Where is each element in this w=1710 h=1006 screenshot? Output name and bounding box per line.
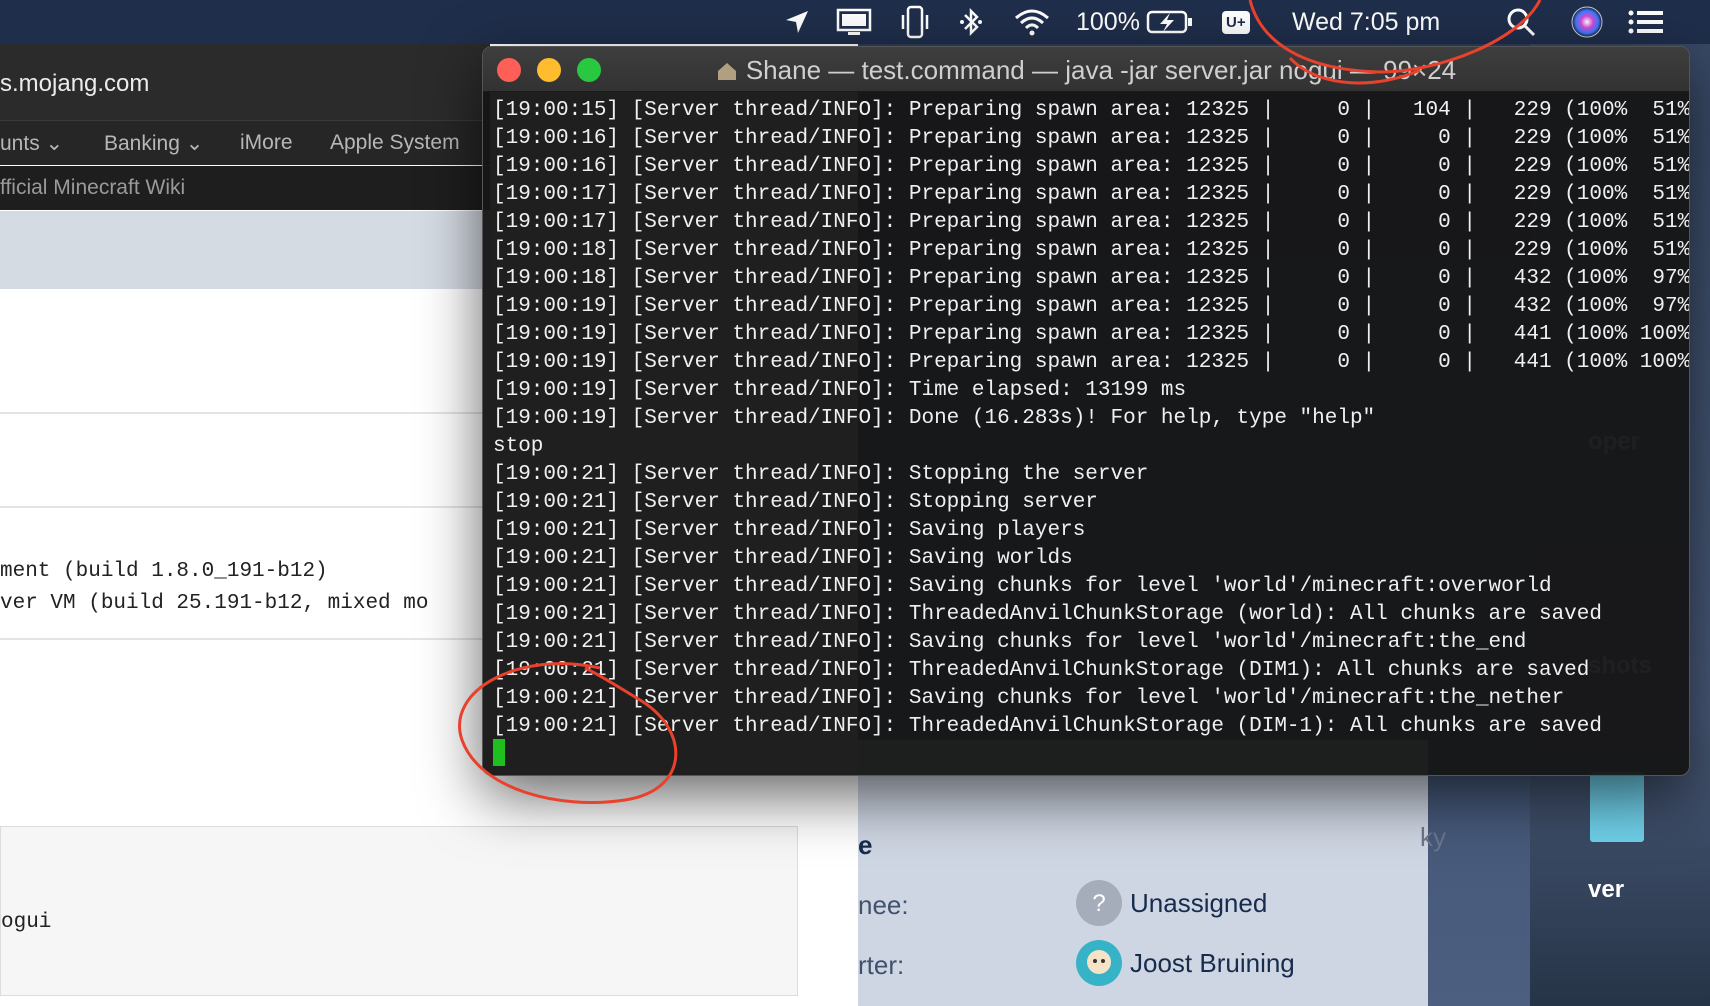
terminal-line: [19:00:15] [Server thread/INFO]: Prepari… bbox=[493, 99, 1690, 122]
terminal-line: [19:00:17] [Server thread/INFO]: Prepari… bbox=[493, 183, 1690, 206]
display-icon[interactable] bbox=[836, 0, 872, 44]
terminal-line: [19:00:21] [Server thread/INFO]: Threade… bbox=[493, 715, 1602, 738]
siri-icon[interactable] bbox=[1570, 0, 1604, 44]
browser-tab[interactable]: fficial Minecraft Wiki bbox=[0, 166, 490, 210]
battery-charging-icon[interactable] bbox=[1146, 0, 1194, 44]
terminal-output[interactable]: [19:00:15] [Server thread/INFO]: Prepari… bbox=[493, 97, 1690, 775]
assignee-value[interactable]: Unassigned bbox=[1130, 888, 1267, 919]
unassigned-avatar-icon[interactable]: ? bbox=[1076, 880, 1122, 926]
browser-window: s.mojang.com unts ⌄ Banking ⌄ iMore Appl… bbox=[0, 44, 798, 1006]
terminal-line: [19:00:16] [Server thread/INFO]: Prepari… bbox=[493, 155, 1690, 178]
code-line: ment (build 1.8.0_191-b12) bbox=[0, 560, 328, 583]
bookmark-accounts[interactable]: unts ⌄ bbox=[0, 131, 63, 156]
notification-center-icon[interactable] bbox=[1628, 0, 1664, 44]
issue-details-panel: e nee: ? Unassigned rter: Joost Bruining… bbox=[858, 740, 1446, 1006]
desktop-label-server[interactable]: ver bbox=[1588, 876, 1624, 904]
svg-text:?: ? bbox=[1092, 890, 1105, 917]
terminal-line: [19:00:17] [Server thread/INFO]: Prepari… bbox=[493, 211, 1690, 234]
code-block: ogui bbox=[0, 826, 798, 996]
terminal-line: [19:00:19] [Server thread/INFO]: Time el… bbox=[493, 379, 1187, 402]
terminal-line: [19:00:19] [Server thread/INFO]: Prepari… bbox=[493, 323, 1690, 346]
menubar-clock[interactable]: Wed 7:05 pm bbox=[1292, 0, 1440, 44]
terminal-title-text: Shane — test.command — java -jar server.… bbox=[745, 55, 1457, 85]
terminal-line: [19:00:19] [Server thread/INFO]: Prepari… bbox=[493, 351, 1690, 374]
reporter-label: rter: bbox=[858, 950, 905, 980]
menu-bar: 100% U+ Wed 7:05 pm bbox=[0, 0, 1710, 44]
phone-icon[interactable] bbox=[900, 0, 930, 44]
bookmarks-bar: unts ⌄ Banking ⌄ iMore Apple System bbox=[0, 121, 490, 165]
battery-percentage[interactable]: 100% bbox=[1076, 0, 1140, 44]
terminal-line: [19:00:18] [Server thread/INFO]: Prepari… bbox=[493, 239, 1690, 262]
bookmark-banking[interactable]: Banking ⌄ bbox=[104, 131, 203, 156]
divider bbox=[0, 412, 490, 414]
assignee-label: nee: bbox=[858, 890, 909, 920]
reporter-avatar-icon[interactable] bbox=[1076, 940, 1122, 986]
terminal-line: [19:00:21] [Server thread/INFO]: Saving … bbox=[493, 631, 1527, 654]
input-source-badge: U+ bbox=[1222, 10, 1250, 34]
terminal-titlebar[interactable]: Shane — test.command — java -jar server.… bbox=[483, 47, 1689, 92]
terminal-line: stop bbox=[493, 435, 544, 458]
wifi-icon[interactable] bbox=[1012, 0, 1052, 44]
input-source-icon[interactable]: U+ bbox=[1222, 0, 1250, 44]
terminal-line: [19:00:21] [Server thread/INFO]: Saving … bbox=[493, 519, 1086, 542]
terminal-title: Shane — test.command — java -jar server.… bbox=[483, 55, 1689, 89]
details-heading: e bbox=[858, 830, 873, 860]
divider bbox=[0, 506, 490, 508]
bookmark-apple-system[interactable]: Apple System bbox=[330, 131, 460, 155]
terminal-line: [19:00:21] [Server thread/INFO]: Threade… bbox=[493, 659, 1590, 682]
terminal-line: [19:00:21] [Server thread/INFO]: Saving … bbox=[493, 687, 1565, 710]
home-folder-icon bbox=[716, 58, 738, 89]
browser-tab-title: fficial Minecraft Wiki bbox=[0, 176, 186, 199]
spotlight-search-icon[interactable] bbox=[1506, 0, 1536, 44]
browser-address-bar[interactable]: s.mojang.com bbox=[0, 44, 490, 121]
terminal-line: [19:00:21] [Server thread/INFO]: Stoppin… bbox=[493, 463, 1149, 486]
terminal-line: [19:00:19] [Server thread/INFO]: Prepari… bbox=[493, 295, 1690, 318]
bluetooth-icon[interactable] bbox=[958, 0, 984, 44]
code-line: ver VM (build 25.191-b12, mixed mo bbox=[0, 592, 429, 615]
reporter-value[interactable]: Joost Bruining bbox=[1130, 948, 1295, 979]
terminal-line: [19:00:21] [Server thread/INFO]: Stoppin… bbox=[493, 491, 1098, 514]
side-text-fragment: ky bbox=[1420, 822, 1446, 852]
terminal-line: [19:00:21] [Server thread/INFO]: Saving … bbox=[493, 575, 1552, 598]
terminal-line: [19:00:21] [Server thread/INFO]: Threade… bbox=[493, 603, 1602, 626]
divider bbox=[0, 638, 490, 640]
location-arrow-icon[interactable] bbox=[784, 0, 810, 44]
terminal-cursor bbox=[493, 739, 505, 766]
desktop-folder-icon[interactable] bbox=[1590, 772, 1644, 842]
code-line: ogui bbox=[1, 911, 52, 934]
bookmark-accounts-label: unts bbox=[0, 132, 40, 155]
bookmark-banking-label: Banking bbox=[104, 132, 180, 155]
address-bar-url[interactable]: s.mojang.com bbox=[0, 70, 149, 98]
terminal-line: [19:00:19] [Server thread/INFO]: Done (1… bbox=[493, 407, 1376, 430]
terminal-window[interactable]: Shane — test.command — java -jar server.… bbox=[482, 46, 1690, 776]
terminal-line: [19:00:16] [Server thread/INFO]: Prepari… bbox=[493, 127, 1690, 150]
terminal-line: [19:00:18] [Server thread/INFO]: Prepari… bbox=[493, 267, 1690, 290]
terminal-line: [19:00:21] [Server thread/INFO]: Saving … bbox=[493, 547, 1073, 570]
bookmark-imore[interactable]: iMore bbox=[240, 131, 293, 155]
page-header-band bbox=[0, 211, 490, 289]
